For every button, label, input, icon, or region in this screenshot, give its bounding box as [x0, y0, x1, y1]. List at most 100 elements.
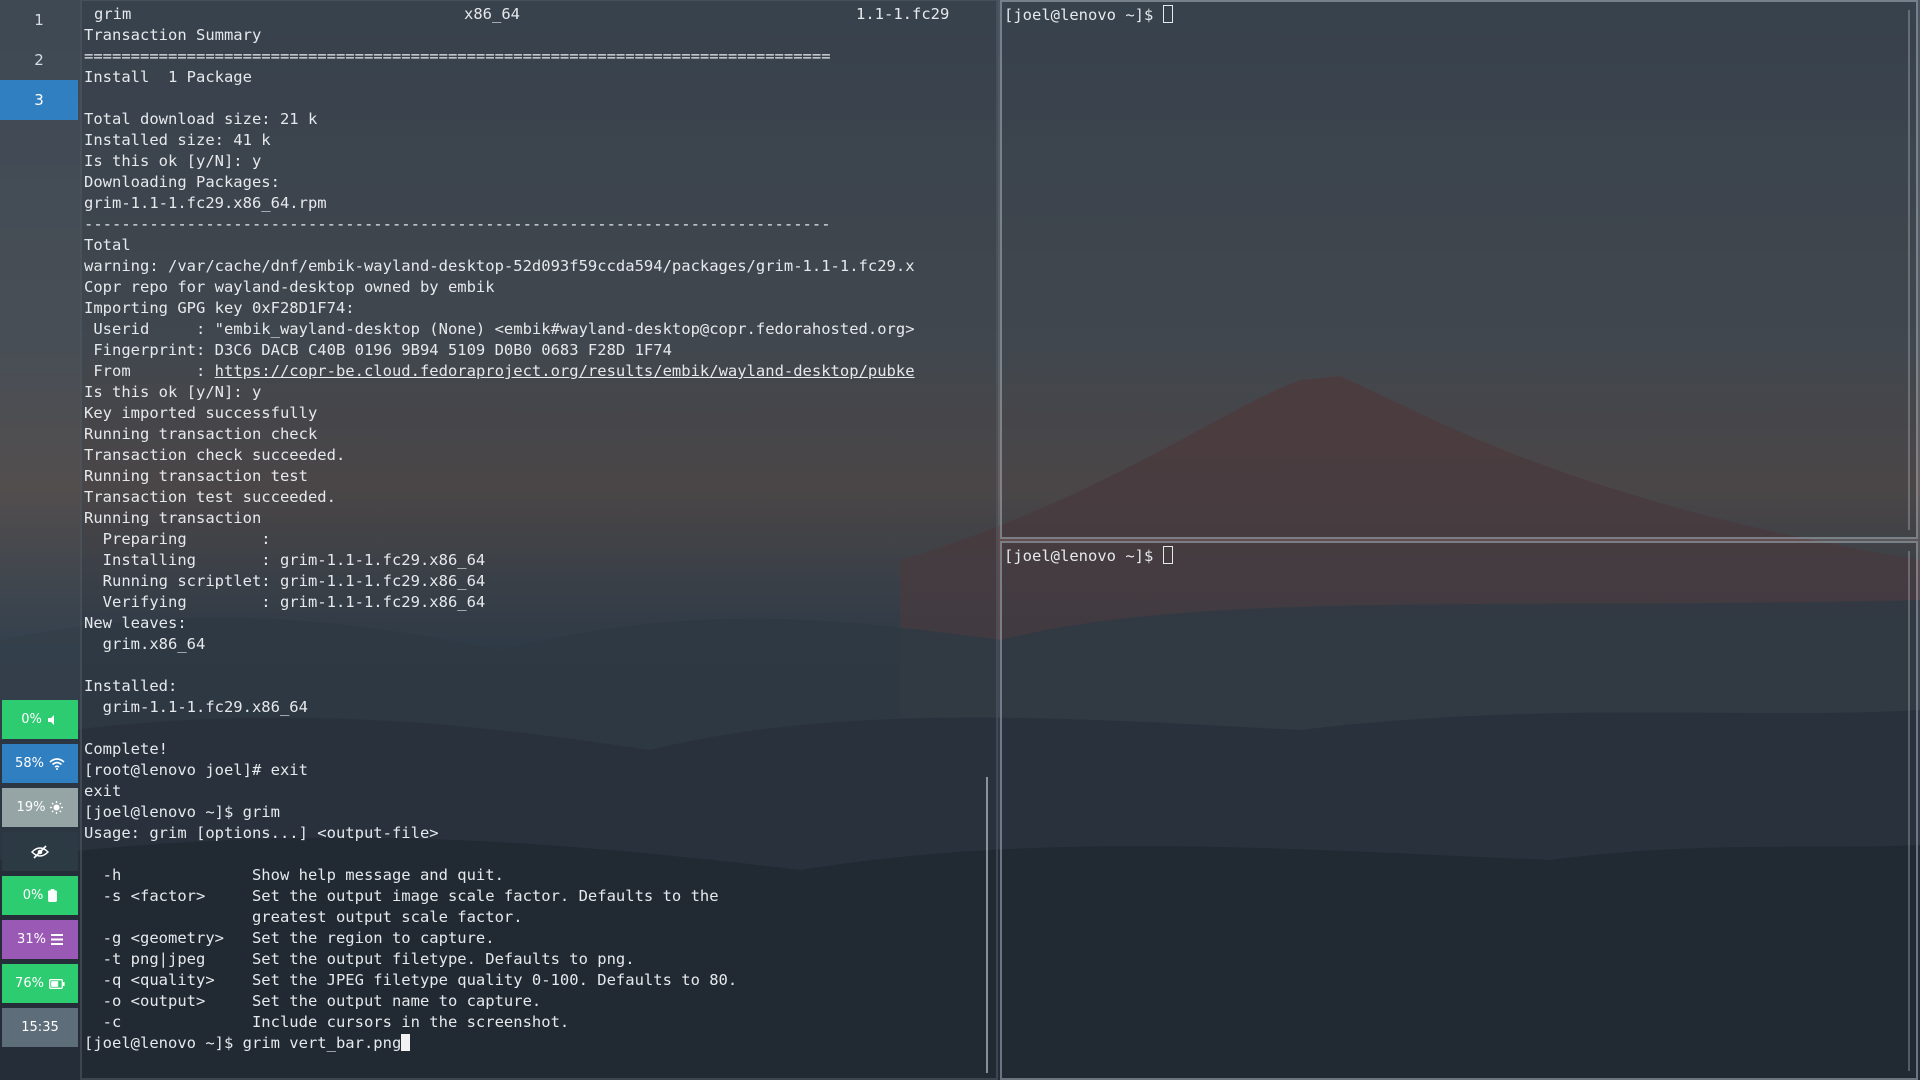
- terminal-line-text: Key imported successfully: [84, 404, 318, 422]
- terminal-line: From : https://copr-be.cloud.fedoraproje…: [84, 361, 915, 382]
- terminal-line-text: -g <geometry> Set the region to capture.: [84, 929, 495, 947]
- brightness-status[interactable]: 19%: [2, 788, 78, 827]
- terminal-line-text: Running transaction: [84, 509, 262, 527]
- wifi-icon: [49, 757, 65, 770]
- terminal-line: exit: [84, 781, 915, 802]
- idle-inhibitor[interactable]: [2, 832, 78, 871]
- terminal-line: Downloading Packages:: [84, 172, 915, 193]
- text-cursor: [1162, 546, 1173, 564]
- terminal-line: Total: [84, 235, 915, 256]
- terminal-line: Installed:: [84, 676, 915, 697]
- clock[interactable]: 15:35: [2, 1008, 78, 1047]
- terminal-line-text: warning: /var/cache/dnf/embik-wayland-de…: [84, 257, 915, 275]
- volume-status-value: 0%: [21, 712, 42, 727]
- terminal-line: Transaction test succeeded.: [84, 487, 915, 508]
- terminal-line: Running transaction: [84, 508, 915, 529]
- terminal-scrollbar[interactable]: [1908, 10, 1910, 530]
- workspace-3[interactable]: 3: [0, 80, 78, 120]
- side-bar: 1 2 3 0% 58% 19% 0% 31% 76% 15:35: [0, 0, 80, 1080]
- terminal-line-text: [root@lenovo joel]# exit: [84, 761, 308, 779]
- clock-value: 15:35: [21, 1020, 59, 1035]
- terminal-line-text: Userid : "embik_wayland-desktop (None) <…: [84, 320, 915, 338]
- shell-prompt: [joel@lenovo ~]$: [1004, 547, 1163, 565]
- memory-status[interactable]: 31%: [2, 920, 78, 959]
- terminal-line-text: -o <output> Set the output name to captu…: [84, 992, 542, 1010]
- terminal-output: Transaction Summary =====================…: [84, 4, 915, 1054]
- terminal-line: -s <factor> Set the output image scale f…: [84, 886, 915, 907]
- terminal-line-text: Installed size: 41 k: [84, 131, 271, 149]
- terminal-line: warning: /var/cache/dnf/embik-wayland-de…: [84, 256, 915, 277]
- terminal-line: Copr repo for wayland-desktop owned by e…: [84, 277, 915, 298]
- terminal-line: Verifying : grim-1.1-1.fc29.x86_64: [84, 592, 915, 613]
- terminal-line: [joel@lenovo ~]$ grim vert_bar.png: [84, 1033, 915, 1054]
- workspace-2[interactable]: 2: [0, 40, 78, 80]
- terminal-line-text: Is this ok [y/N]: y: [84, 152, 262, 170]
- battery-status-2[interactable]: 76%: [2, 964, 78, 1003]
- terminal-line-text: Transaction test succeeded.: [84, 488, 336, 506]
- terminal-line-text: Installing : grim-1.1-1.fc29.x86_64: [84, 551, 486, 569]
- terminal-line: Is this ok [y/N]: y: [84, 382, 915, 403]
- terminal-line-text: Complete!: [84, 740, 168, 758]
- terminal-scrollbar[interactable]: [1908, 551, 1910, 1071]
- terminal-line-text: grim.x86_64: [84, 635, 206, 653]
- terminal-line-text: -h Show help message and quit.: [84, 866, 504, 884]
- terminal-line: New leaves:: [84, 613, 915, 634]
- terminal-line-text: New leaves:: [84, 614, 187, 632]
- memory-icon: [50, 934, 63, 945]
- volume-icon: [47, 714, 59, 726]
- terminal-line-text: [joel@lenovo ~]$ grim vert_bar.png: [84, 1034, 402, 1052]
- terminal-top-right[interactable]: [joel@lenovo ~]$: [1000, 0, 1918, 539]
- terminal-line: Transaction check succeeded.: [84, 445, 915, 466]
- terminal-line: -h Show help message and quit.: [84, 865, 915, 886]
- terminal-line-text: Downloading Packages:: [84, 173, 280, 191]
- terminal-line: Is this ok [y/N]: y: [84, 151, 915, 172]
- terminal-line: Usage: grim [options...] <output-file>: [84, 823, 915, 844]
- battery-status-1[interactable]: 0%: [2, 876, 78, 915]
- terminal-line-text: Copr repo for wayland-desktop owned by e…: [84, 278, 495, 296]
- terminal-line: Userid : "embik_wayland-desktop (None) <…: [84, 319, 915, 340]
- wifi-status[interactable]: 58%: [2, 744, 78, 783]
- terminal-line: Transaction Summary: [84, 25, 915, 46]
- terminal-line-text: Is this ok [y/N]: y: [84, 383, 262, 401]
- terminal-bottom-right[interactable]: [joel@lenovo ~]$: [1000, 541, 1918, 1080]
- terminal-line: Install 1 Package: [84, 67, 915, 88]
- terminal-line-text: ========================================…: [84, 47, 831, 65]
- terminal-line-text: Preparing :: [84, 530, 271, 548]
- terminal-line-text: Usage: grim [options...] <output-file>: [84, 824, 439, 842]
- terminal-line-text: Install 1 Package: [84, 68, 252, 86]
- terminal-prompt-line: [joel@lenovo ~]$: [1004, 5, 1173, 26]
- text-cursor: [401, 1034, 411, 1051]
- terminal-line-text: -q <quality> Set the JPEG filetype quali…: [84, 971, 738, 989]
- terminal-line: greatest output scale factor.: [84, 907, 915, 928]
- terminal-prompt-line: [joel@lenovo ~]$: [1004, 546, 1173, 567]
- terminal-line-text: Running scriptlet: grim-1.1-1.fc29.x86_6…: [84, 572, 486, 590]
- terminal-scrollbar[interactable]: [986, 777, 988, 1073]
- terminal-line-text: [joel@lenovo ~]$ grim: [84, 803, 280, 821]
- terminal-line-text: -t png|jpeg Set the output filetype. Def…: [84, 950, 635, 968]
- battery-status-1-value: 0%: [22, 888, 44, 903]
- wifi-status-value: 58%: [15, 756, 44, 771]
- shell-prompt: [joel@lenovo ~]$: [1004, 6, 1163, 24]
- terminal-line: Installing : grim-1.1-1.fc29.x86_64: [84, 550, 915, 571]
- terminal-line: Complete!: [84, 739, 915, 760]
- terminal-line: grim.x86_64: [84, 634, 915, 655]
- terminal-line-text: grim-1.1-1.fc29.x86_64: [84, 698, 308, 716]
- terminal-line: ========================================…: [84, 46, 915, 67]
- terminal-left[interactable]: grim x86_64 1.1-1.fc29 Transaction Summa…: [80, 0, 998, 1080]
- terminal-line-text: exit: [84, 782, 122, 800]
- workspace-1[interactable]: 1: [0, 0, 78, 40]
- terminal-line-text: greatest output scale factor.: [84, 908, 523, 926]
- terminal-line-text: Installed:: [84, 677, 178, 695]
- terminal-line-text: Running transaction test: [84, 467, 308, 485]
- volume-status[interactable]: 0%: [2, 700, 78, 739]
- terminal-line: grim-1.1-1.fc29.x86_64: [84, 697, 915, 718]
- memory-status-value: 31%: [17, 932, 46, 947]
- terminal-line-text: -s <factor> Set the output image scale f…: [84, 887, 719, 905]
- battery-icon: [49, 978, 65, 989]
- terminal-line-text: From :: [84, 362, 215, 380]
- gpg-key-url-link[interactable]: https://copr-be.cloud.fedoraproject.org/…: [215, 362, 915, 380]
- terminal-line: Installed size: 41 k: [84, 130, 915, 151]
- terminal-line: Running transaction test: [84, 466, 915, 487]
